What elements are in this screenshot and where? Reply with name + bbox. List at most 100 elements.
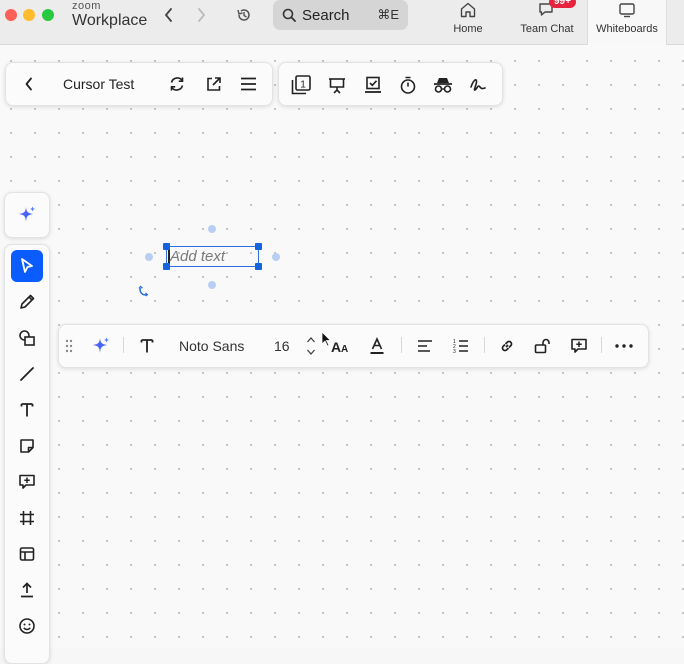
ai-assist-button[interactable] [89, 334, 113, 358]
svg-text:3: 3 [453, 349, 456, 354]
lock-icon [534, 338, 550, 354]
resize-handle-bottom-right[interactable] [255, 263, 262, 270]
font-size-value[interactable]: 16 [274, 338, 290, 354]
link-button[interactable] [497, 336, 517, 356]
svg-text:A: A [331, 339, 341, 353]
svg-text:A: A [341, 344, 348, 353]
text-element[interactable]: Add text [166, 246, 259, 267]
list-button[interactable]: 123 [451, 336, 471, 356]
text-tool[interactable] [11, 394, 43, 426]
home-icon [460, 2, 476, 18]
incognito-button[interactable] [430, 73, 456, 97]
tab-whiteboards[interactable]: Whiteboards [587, 0, 667, 45]
tab-team-chat[interactable]: 99+ Team Chat [508, 0, 586, 44]
checklist-icon [365, 76, 381, 93]
font-size-toggle-button[interactable]: AA [330, 336, 352, 356]
menu-button[interactable] [238, 74, 258, 94]
ai-sparkle-icon [93, 337, 109, 353]
text-placeholder: Add text [170, 248, 226, 265]
search-bar[interactable]: Search ⌘E [273, 0, 408, 30]
line-tool[interactable] [11, 358, 43, 390]
connector-dot-left[interactable] [145, 253, 153, 261]
more-options-button[interactable] [613, 336, 635, 356]
signature-icon [470, 79, 486, 91]
pen-icon [20, 294, 35, 309]
zoom-window-button[interactable] [42, 9, 54, 21]
chevron-right-icon [198, 8, 205, 22]
text-style-icon [140, 339, 154, 353]
incognito-icon [434, 78, 452, 93]
nav-back-button[interactable] [157, 4, 181, 26]
mouse-cursor [320, 330, 332, 348]
refresh-icon [170, 77, 184, 91]
font-family-select[interactable]: Noto Sans [179, 338, 244, 354]
link-icon [501, 340, 513, 352]
align-button[interactable] [415, 336, 435, 356]
toolbar-separator [401, 337, 402, 353]
resize-handle-bottom-left[interactable] [163, 263, 170, 270]
font-size-stepper[interactable] [304, 334, 318, 358]
select-tool[interactable] [11, 250, 43, 282]
list-icon: 123 [453, 339, 468, 354]
sticky-note-tool[interactable] [11, 430, 43, 462]
board-header [5, 62, 273, 106]
pages-icon: 1 [291, 75, 311, 95]
title-bar: zoom Workplace Search ⌘E Home 99+ Team C… [0, 0, 684, 45]
nav-forward-button[interactable] [189, 4, 213, 26]
connector-dot-top[interactable] [208, 225, 216, 233]
resize-handle-top-right[interactable] [255, 243, 262, 250]
frame-tool[interactable] [11, 502, 43, 534]
tab-home[interactable]: Home [429, 0, 507, 44]
checklist-button[interactable] [361, 73, 385, 97]
signature-button[interactable] [466, 73, 490, 97]
drag-handle-icon [65, 339, 73, 353]
connector-dot-right[interactable] [272, 253, 280, 261]
board-title[interactable]: Cursor Test [63, 76, 134, 92]
lock-button[interactable] [532, 336, 552, 356]
text-color-icon [370, 337, 384, 354]
toolbar-separator [484, 337, 485, 353]
pen-tool[interactable] [11, 286, 43, 318]
shapes-tool[interactable] [11, 322, 43, 354]
back-button[interactable] [19, 74, 39, 94]
connector-dot-bottom[interactable] [208, 281, 216, 289]
sticky-note-icon [20, 439, 34, 453]
share-external-button[interactable] [203, 74, 223, 94]
brand-line1: zoom [72, 0, 101, 12]
ai-sparkle-icon [19, 206, 35, 222]
cursor-arrow-icon [321, 331, 331, 347]
font-size-icon: AA [331, 339, 348, 353]
text-style-button[interactable] [137, 336, 157, 356]
toolbar-drag-handle[interactable] [62, 337, 76, 355]
notification-badge: 99+ [549, 0, 576, 8]
close-window-button[interactable] [5, 9, 17, 21]
pages-button[interactable]: 1 [289, 73, 313, 97]
emoji-icon [19, 618, 35, 634]
minimize-window-button[interactable] [23, 9, 35, 21]
tab-whiteboards-label: Whiteboards [596, 23, 658, 35]
toolbar-separator [601, 337, 602, 353]
rotate-handle[interactable] [137, 284, 151, 298]
ai-sparkle-button[interactable] [11, 199, 43, 231]
whiteboard-icon [619, 3, 635, 18]
add-comment-button[interactable] [568, 335, 590, 357]
toolbar-separator [123, 337, 124, 353]
template-tool[interactable] [11, 538, 43, 570]
template-icon [19, 547, 35, 561]
chevron-left-icon [165, 8, 172, 22]
history-button[interactable] [232, 4, 256, 26]
text-color-button[interactable] [367, 335, 387, 357]
comment-tool[interactable] [11, 466, 43, 498]
present-button[interactable] [325, 73, 349, 97]
timer-icon [400, 76, 416, 94]
tab-team-chat-label: Team Chat [520, 23, 574, 35]
history-icon [237, 9, 250, 21]
refresh-button[interactable] [167, 74, 187, 94]
align-left-icon [418, 340, 432, 352]
resize-handle-top-left[interactable] [163, 243, 170, 250]
search-icon [282, 8, 296, 22]
select-icon [21, 258, 33, 273]
upload-tool[interactable] [11, 574, 43, 606]
emoji-tool[interactable] [11, 610, 43, 642]
timer-button[interactable] [396, 73, 420, 97]
